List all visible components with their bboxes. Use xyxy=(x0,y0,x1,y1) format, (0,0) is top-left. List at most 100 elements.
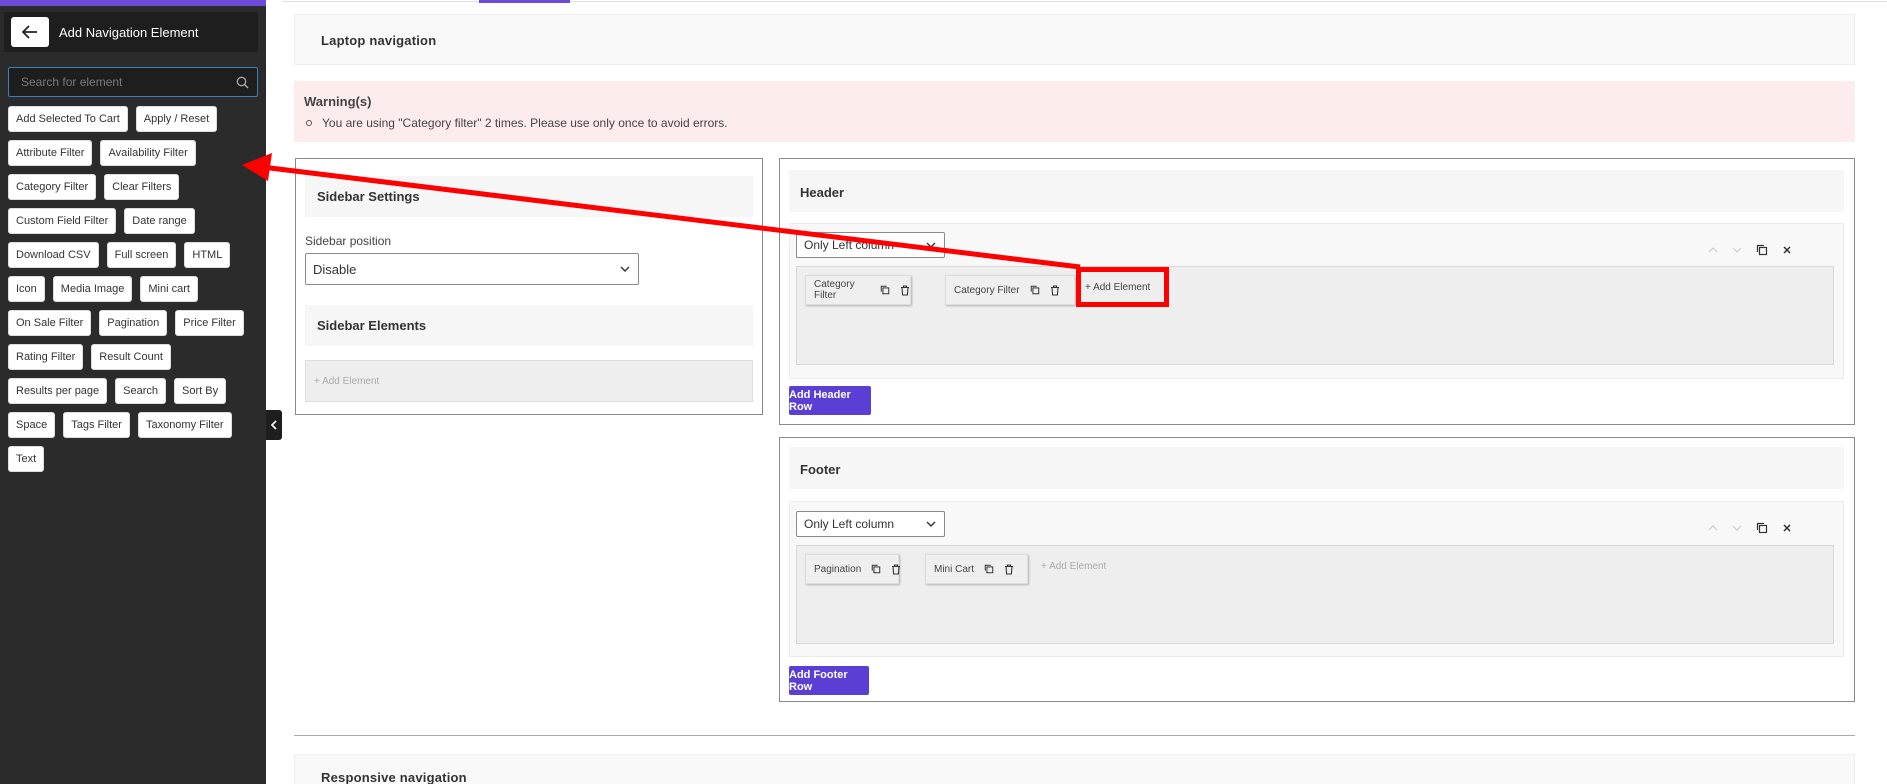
element-chip[interactable]: Mini cart xyxy=(140,276,198,302)
element-card-label: Pagination xyxy=(814,563,862,575)
element-chip[interactable]: Sort By xyxy=(174,378,227,404)
header-row: Only Left column Category Filter Categor… xyxy=(789,223,1844,379)
element-chip[interactable]: Text xyxy=(8,446,45,472)
responsive-navigation-section: Responsive navigation xyxy=(294,754,1855,784)
footer-row: Only Left column Pagination Mini Cart + … xyxy=(789,501,1844,657)
element-chip[interactable]: Clear Filters xyxy=(104,174,180,200)
annotation-highlight-box xyxy=(1076,267,1169,307)
element-card[interactable]: Category Filter xyxy=(945,275,1075,305)
active-tab-indicator xyxy=(479,0,570,3)
element-chip[interactable]: Price Filter xyxy=(175,310,244,336)
footer-panel: Footer Only Left column Pagination Mini … xyxy=(779,437,1855,702)
element-card-label: Mini Cart xyxy=(934,563,975,575)
add-header-row-button[interactable]: Add Header Row xyxy=(789,386,871,415)
sidebar-elements-title: Sidebar Elements xyxy=(317,318,427,333)
sidebar-position-label: Sidebar position xyxy=(305,234,392,248)
element-chip[interactable]: Availability Filter xyxy=(100,140,196,166)
close-icon[interactable] xyxy=(1782,245,1792,255)
element-chip[interactable]: Icon xyxy=(8,276,45,302)
add-footer-row-button[interactable]: Add Footer Row xyxy=(789,666,869,695)
search-input[interactable] xyxy=(9,68,231,96)
copy-icon[interactable] xyxy=(1756,244,1768,256)
element-chip[interactable]: Date range xyxy=(124,208,195,234)
element-chip[interactable]: Custom Field Filter xyxy=(8,208,117,234)
close-icon[interactable] xyxy=(1782,523,1792,533)
element-chip[interactable]: On Sale Filter xyxy=(8,310,92,336)
chevron-down-icon[interactable] xyxy=(1732,525,1742,531)
element-chip[interactable]: Apply / Reset xyxy=(135,106,218,132)
header-column-select[interactable]: Only Left column xyxy=(796,232,945,258)
section-divider xyxy=(294,735,1855,736)
element-chip[interactable]: Add Selected To Cart xyxy=(8,106,128,132)
element-card[interactable]: Pagination xyxy=(805,554,901,584)
element-chip[interactable]: Results per page xyxy=(8,378,108,404)
element-chip[interactable]: Download CSV xyxy=(8,242,99,268)
trash-icon[interactable] xyxy=(900,284,910,296)
element-chip[interactable]: Search xyxy=(115,378,167,404)
footer-row-controls xyxy=(1708,522,1792,534)
chevron-down-icon xyxy=(620,266,630,272)
laptop-navigation-title: Laptop navigation xyxy=(321,33,437,48)
back-button[interactable] xyxy=(11,17,49,47)
sidebar-position-select[interactable]: Disable xyxy=(305,253,639,285)
footer-band: Footer xyxy=(789,447,1844,489)
footer-drop-area: Pagination Mini Cart + Add Element xyxy=(796,545,1834,644)
footer-column-select[interactable]: Only Left column xyxy=(796,511,945,537)
arrow-left-icon xyxy=(22,25,37,39)
header-panel: Header Only Left column Category Filter … xyxy=(779,158,1855,425)
trash-icon[interactable] xyxy=(891,563,901,575)
element-chip[interactable]: Attribute Filter xyxy=(8,140,93,166)
panel-accent-bar xyxy=(0,0,266,6)
element-chip[interactable]: Result Count xyxy=(91,344,171,370)
panel-header: Add Navigation Element xyxy=(4,12,258,52)
warning-text: You are using "Category filter" 2 times.… xyxy=(322,116,728,130)
sidebar-add-element-button[interactable]: + Add Element xyxy=(305,360,753,402)
sidebar-elements-band: Sidebar Elements xyxy=(305,305,753,346)
element-chip[interactable]: Media Image xyxy=(52,276,133,302)
warning-title: Warning(s) xyxy=(304,94,372,109)
element-card-label: Category Filter xyxy=(954,284,1020,296)
bullet-icon xyxy=(306,120,312,126)
copy-icon[interactable] xyxy=(880,285,890,295)
trash-icon[interactable] xyxy=(1050,284,1060,296)
footer-add-element-button[interactable]: + Add Element xyxy=(1041,561,1106,572)
header-row-controls xyxy=(1708,244,1792,256)
add-element-panel: Add Navigation Element Add Selected To C… xyxy=(0,0,266,784)
copy-icon[interactable] xyxy=(984,564,994,574)
search-box xyxy=(8,67,258,97)
element-chip[interactable]: Pagination xyxy=(99,310,168,336)
element-chip[interactable]: Full screen xyxy=(106,242,177,268)
element-chip[interactable]: Rating Filter xyxy=(8,344,84,370)
warning-box: Warning(s) You are using "Category filte… xyxy=(294,81,1855,142)
element-chip[interactable]: Tags Filter xyxy=(63,412,130,438)
search-icon[interactable] xyxy=(231,76,253,89)
collapse-panel-button[interactable] xyxy=(266,410,282,440)
chevron-down-icon[interactable] xyxy=(1732,247,1742,253)
copy-icon[interactable] xyxy=(871,564,881,574)
chevron-down-icon xyxy=(926,242,936,248)
header-title: Header xyxy=(800,185,845,200)
trash-icon[interactable] xyxy=(1004,563,1014,575)
panel-title: Add Navigation Element xyxy=(59,24,199,40)
header-drop-area: Category Filter Category Filter + Add El… xyxy=(796,266,1834,365)
chevron-up-icon[interactable] xyxy=(1708,247,1718,253)
header-band: Header xyxy=(789,170,1844,212)
copy-icon[interactable] xyxy=(1756,522,1768,534)
sidebar-settings-title: Sidebar Settings xyxy=(317,189,420,204)
chevron-up-icon[interactable] xyxy=(1708,525,1718,531)
element-chip[interactable]: HTML xyxy=(184,242,231,268)
header-column-value: Only Left column xyxy=(804,238,895,252)
chevron-left-icon xyxy=(270,420,277,430)
element-card-label: Category Filter xyxy=(814,279,855,301)
element-chip[interactable]: Taxonomy Filter xyxy=(137,412,232,438)
warning-item: You are using "Category filter" 2 times.… xyxy=(306,116,728,130)
element-chip[interactable]: Space xyxy=(8,412,56,438)
footer-column-value: Only Left column xyxy=(804,517,895,531)
element-card[interactable]: Mini Cart xyxy=(925,554,1028,584)
sidebar-settings-panel: Sidebar Settings Sidebar position Disabl… xyxy=(295,158,763,415)
copy-icon[interactable] xyxy=(1030,285,1040,295)
element-list: Add Selected To Cart Apply / Reset Attribu… xyxy=(8,106,260,472)
chevron-down-icon xyxy=(926,521,936,527)
element-chip[interactable]: Category Filter xyxy=(8,174,97,200)
element-card[interactable]: Category Filter xyxy=(805,275,911,305)
